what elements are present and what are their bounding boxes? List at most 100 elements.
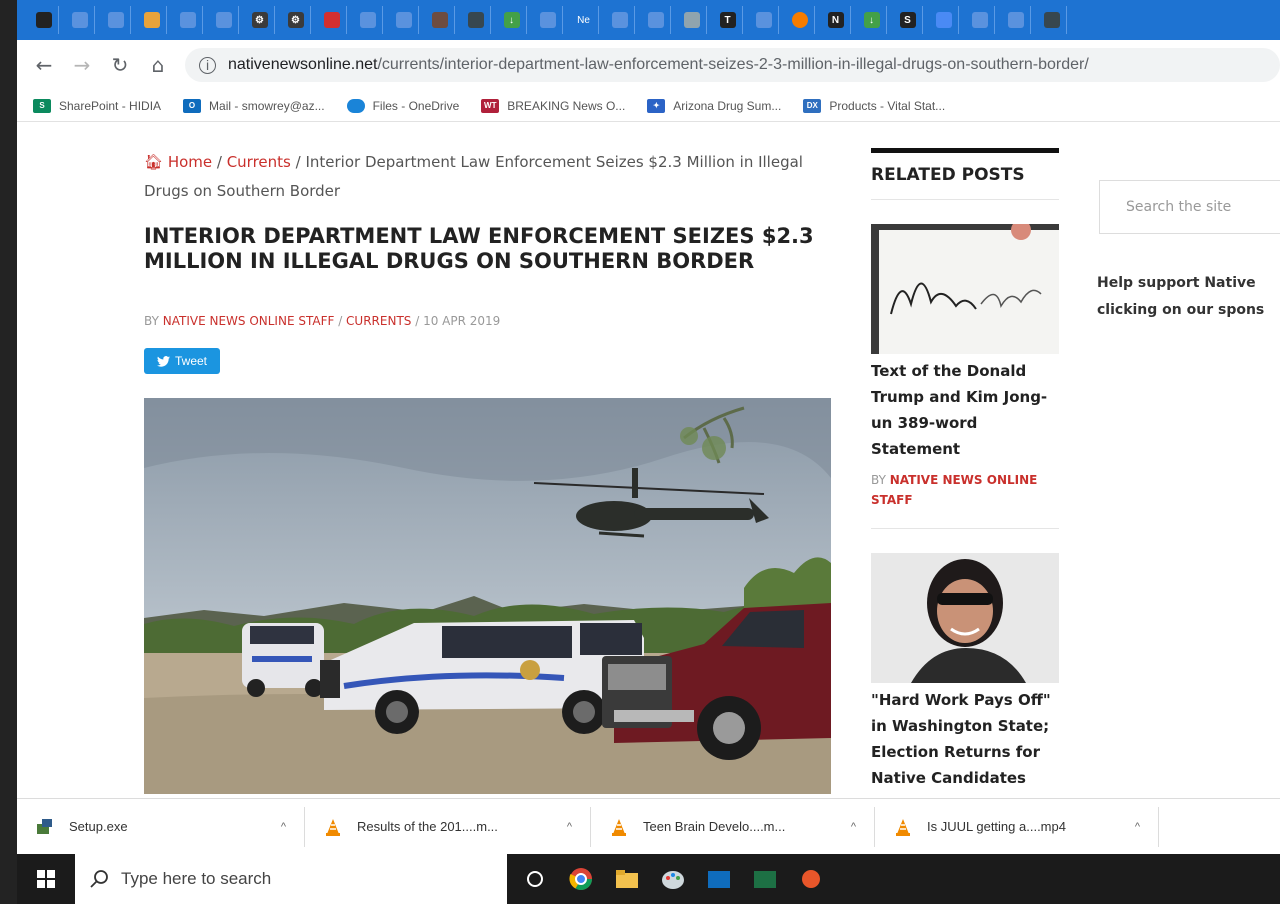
article-hero-image [144,398,831,794]
chevron-up-icon[interactable]: ^ [567,821,572,833]
gear-favicon-icon: ⚙ [251,12,268,28]
byline-date: 10 APR 2019 [423,314,501,328]
bookmark-arizona-drug[interactable]: ✦ Arizona Drug Sum... [647,98,781,113]
byline-category[interactable]: CURRENTS [346,314,411,328]
download-filename: Results of the 201....m... [357,819,498,834]
browser-tab[interactable] [389,6,419,34]
orange-circle-favicon-icon [791,12,808,28]
blank-favicon-icon [539,12,556,28]
file-explorer-icon[interactable] [613,865,641,893]
browser-tab[interactable] [965,6,995,34]
support-line: Help support Native [1097,275,1256,291]
cortana-icon[interactable] [521,865,549,893]
browser-tab[interactable]: ⚙ [281,6,311,34]
home-icon[interactable]: ⌂ [139,53,177,77]
browser-tab[interactable]: ↓ [857,6,887,34]
chevron-up-icon[interactable]: ^ [1135,821,1140,833]
browser-tab[interactable] [1001,6,1031,34]
browser-tab-ne[interactable]: Ne [569,6,599,34]
browser-tab[interactable]: T [713,6,743,34]
browser-tab[interactable]: N [821,6,851,34]
breadcrumb-home[interactable]: Home [168,153,212,171]
breadcrumb-separator: / [290,153,306,171]
windows-taskbar: Type here to search [17,854,1280,904]
bookmark-sharepoint[interactable]: S SharePoint - HIDIA [33,98,162,113]
blank-favicon-icon [71,12,88,28]
browser-tab[interactable] [29,6,59,34]
related-post-author[interactable]: NATIVE NEWS ONLINE STAFF [871,473,1037,507]
blank-favicon-icon [107,12,124,28]
taskbar-search-box[interactable]: Type here to search [75,854,507,904]
download-item[interactable]: Results of the 201....m... ^ [305,806,591,847]
home-icon[interactable]: 🏠︎ [144,153,168,171]
sharepoint-icon: S [33,98,51,113]
tweet-label: Tweet [174,354,207,368]
breadcrumb-currents[interactable]: Currents [227,153,291,171]
browser-tab[interactable] [533,6,563,34]
blank-favicon-icon [1007,12,1024,28]
browser-tab[interactable] [749,6,779,34]
browser-tab[interactable] [641,6,671,34]
browser-tab[interactable] [209,6,239,34]
products-icon: DX [803,98,822,113]
download-filename: Setup.exe [69,819,128,834]
chevron-up-icon[interactable]: ^ [281,821,286,833]
browser-tab[interactable]: ⚙ [245,6,275,34]
blank-favicon-icon [179,12,196,28]
chrome-icon[interactable] [567,865,595,893]
browser-tab[interactable]: S [893,6,923,34]
download-item[interactable]: Setup.exe ^ [17,806,305,847]
browser-tab[interactable] [461,6,491,34]
taskbar-apps [521,865,825,893]
browser-tab[interactable] [929,6,959,34]
search-icon [90,870,108,888]
web-page: 🏠︎ Home / Currents / Interior Department… [17,122,1280,798]
browser-tab[interactable] [173,6,203,34]
browser-tab[interactable] [785,6,815,34]
bookmark-mail[interactable]: O Mail - smowrey@az... [183,98,325,113]
browser-tab[interactable]: ↓ [497,6,527,34]
browser-tab[interactable] [101,6,131,34]
windows-start-button[interactable] [17,854,75,904]
browser-tab[interactable] [65,6,95,34]
bookmark-label: SharePoint - HIDIA [59,98,162,113]
related-post-image[interactable] [871,224,1059,354]
blank-favicon-icon [971,12,988,28]
tweet-button[interactable]: Tweet [144,348,220,374]
document-favicon-icon [683,12,700,28]
browser-tab[interactable] [425,6,455,34]
bookmark-label: Products - Vital Stat... [829,98,946,113]
site-search-input[interactable]: Search the site [1099,180,1280,234]
browser-tab[interactable] [605,6,635,34]
back-arrow-icon[interactable]: ← [25,53,63,77]
byline-separator: / [411,314,424,328]
browser-tab[interactable] [353,6,383,34]
related-post-image[interactable] [871,553,1059,683]
bookmark-vital-stats[interactable]: DX Products - Vital Stat... [803,98,946,113]
bookmark-breaking-news[interactable]: WT BREAKING News O... [481,98,625,113]
paint-icon[interactable] [659,865,687,893]
bookmark-onedrive[interactable]: Files - OneDrive [346,98,459,113]
site-info-icon[interactable]: i [199,56,216,74]
nyt-favicon-icon: T [719,12,736,28]
downloads-bar: Setup.exe ^ Results of the 201....m... ^… [17,798,1280,854]
download-item[interactable]: Is JUUL getting a....mp4 ^ [875,806,1159,847]
related-post-title[interactable]: Text of the Donald Trump and Kim Jong-un… [871,358,1059,462]
breadcrumb-separator: / [212,153,227,171]
url-field[interactable]: i nativenewsonline.net/currents/interior… [185,48,1280,82]
cloud-icon [346,98,365,113]
outlook-taskbar-icon[interactable] [705,865,733,893]
reload-icon[interactable]: ↻ [101,53,139,77]
related-post-title[interactable]: "Hard Work Pays Off" in Washington State… [871,687,1059,791]
excel-taskbar-icon[interactable] [751,865,779,893]
byline-author[interactable]: NATIVE NEWS ONLINE STAFF [163,314,335,328]
app-taskbar-icon[interactable] [797,865,825,893]
browser-tab[interactable] [137,6,167,34]
browser-tab[interactable] [1037,6,1067,34]
download-item[interactable]: Teen Brain Develo....m... ^ [591,806,875,847]
translate-favicon-icon [935,12,952,28]
browser-tab[interactable] [317,6,347,34]
browser-tab[interactable] [677,6,707,34]
forward-arrow-icon[interactable]: → [63,53,101,77]
chevron-up-icon[interactable]: ^ [851,821,856,833]
